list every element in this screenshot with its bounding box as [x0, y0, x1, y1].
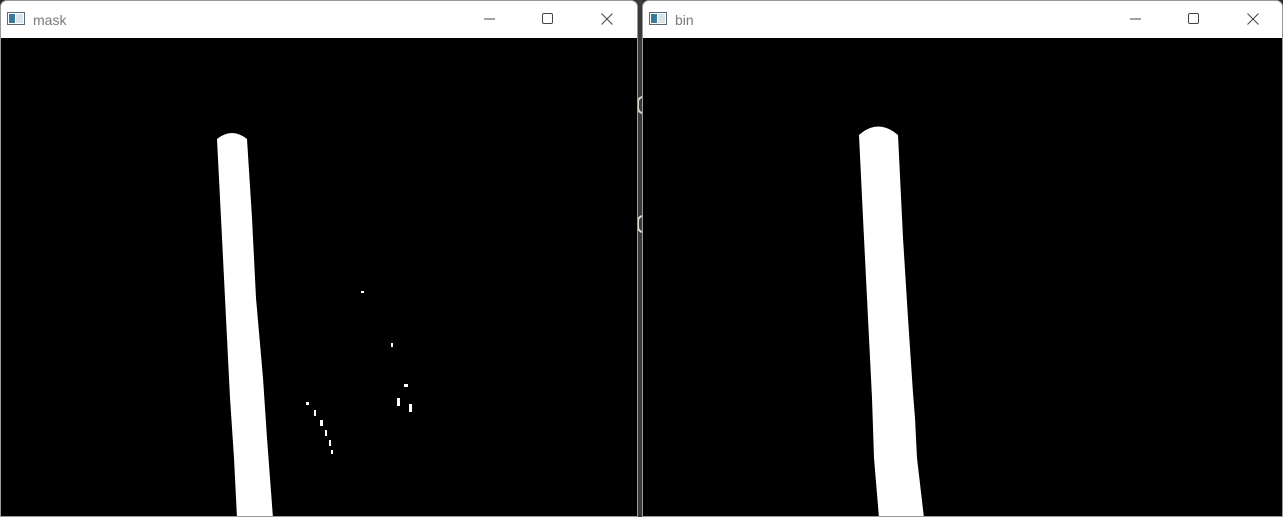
- bin-window[interactable]: bin: [642, 0, 1283, 517]
- mask-noise-speck: [391, 343, 393, 347]
- window-title: bin: [675, 12, 694, 28]
- mask-noise-speck: [320, 420, 323, 426]
- desktop: mask bin: [0, 0, 1283, 517]
- window-title: mask: [33, 12, 67, 28]
- mask-noise-speck: [404, 384, 408, 387]
- maximize-icon: [1188, 13, 1199, 24]
- mask-noise-speck: [409, 404, 412, 412]
- mask-noise-speck: [325, 430, 327, 436]
- mask-noise-speck: [329, 440, 331, 446]
- close-button[interactable]: [584, 1, 630, 37]
- titlebar[interactable]: mask: [1, 1, 637, 38]
- mask-window[interactable]: mask: [0, 0, 638, 517]
- minimize-button[interactable]: [467, 1, 513, 37]
- mask-noise-speck: [306, 402, 309, 405]
- bin-foreground-blob: [859, 126, 924, 516]
- maximize-button[interactable]: [1171, 1, 1217, 37]
- mask-foreground-blob: [217, 133, 273, 516]
- minimize-icon: [484, 18, 495, 20]
- mask-noise-speck: [397, 398, 400, 406]
- minimize-icon: [1130, 18, 1141, 20]
- opencv-window-icon: [649, 12, 667, 25]
- bin-image-canvas: [643, 38, 1282, 516]
- maximize-button[interactable]: [525, 1, 571, 37]
- mask-noise-speck: [361, 291, 364, 293]
- mask-noise-speck: [331, 450, 333, 454]
- titlebar[interactable]: bin: [643, 1, 1282, 38]
- close-button[interactable]: [1230, 1, 1276, 37]
- bin-image: [859, 126, 924, 516]
- opencv-window-icon: [7, 12, 25, 25]
- close-icon: [1247, 13, 1259, 25]
- mask-image: [217, 133, 412, 516]
- close-icon: [601, 13, 613, 25]
- maximize-icon: [542, 13, 553, 24]
- minimize-button[interactable]: [1113, 1, 1159, 37]
- mask-image-canvas: [1, 38, 637, 516]
- mask-noise-speck: [314, 410, 316, 416]
